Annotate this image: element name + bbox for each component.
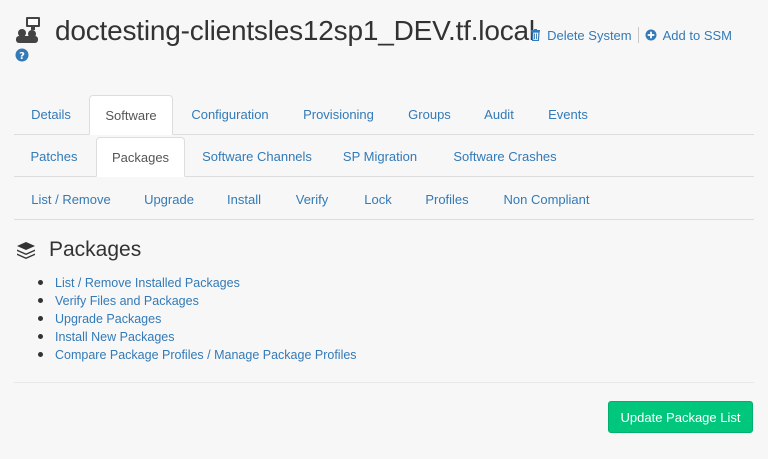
section-divider — [14, 382, 754, 383]
tab-lock[interactable]: Lock — [348, 180, 408, 219]
list-item: Install New Packages — [38, 328, 357, 346]
packages-stack-icon — [17, 242, 35, 259]
trash-icon — [531, 29, 541, 41]
list-item: Upgrade Packages — [38, 310, 357, 328]
list-item: List / Remove Installed Packages — [38, 274, 357, 292]
svg-text:?: ? — [19, 51, 25, 62]
system-tabs: Details Software Configuration Provision… — [14, 95, 754, 135]
verify-files-link[interactable]: Verify Files and Packages — [55, 294, 199, 308]
tab-software-channels[interactable]: Software Channels — [190, 137, 324, 176]
bullet — [38, 334, 43, 339]
install-packages-link[interactable]: Install New Packages — [55, 330, 175, 344]
tab-software[interactable]: Software — [89, 95, 173, 135]
plus-circle-icon — [645, 29, 657, 41]
upgrade-packages-link[interactable]: Upgrade Packages — [55, 312, 161, 326]
bullet — [38, 316, 43, 321]
tab-profiles[interactable]: Profiles — [412, 180, 482, 219]
tab-upgrade[interactable]: Upgrade — [131, 180, 207, 219]
tab-sp-migration[interactable]: SP Migration — [330, 137, 430, 176]
tab-non-compliant[interactable]: Non Compliant — [486, 180, 607, 219]
bullet — [38, 298, 43, 303]
actions-separator — [637, 27, 639, 43]
package-actions-list: List / Remove Installed Packages Verify … — [38, 274, 357, 364]
bullet — [38, 280, 43, 285]
packages-tabs: List / Remove Upgrade Install Verify Loc… — [14, 180, 754, 220]
tab-software-crashes[interactable]: Software Crashes — [438, 137, 572, 176]
list-item: Compare Package Profiles / Manage Packag… — [38, 346, 357, 364]
delete-system-link[interactable]: Delete System — [530, 28, 632, 43]
header-actions: Delete System Add to SSM — [530, 27, 732, 43]
system-header: doctesting-clientsles12sp1_DEV.tf.local … — [14, 14, 754, 66]
help-icon[interactable]: ? — [15, 48, 29, 62]
section-title: Packages — [49, 238, 142, 261]
bullet — [38, 352, 43, 357]
tab-provisioning[interactable]: Provisioning — [289, 95, 388, 134]
system-monitor-icon — [16, 17, 40, 43]
tab-details[interactable]: Details — [15, 95, 87, 134]
tab-events[interactable]: Events — [535, 95, 601, 134]
tab-list-remove[interactable]: List / Remove — [15, 180, 127, 219]
list-item: Verify Files and Packages — [38, 292, 357, 310]
system-title: doctesting-clientsles12sp1_DEV.tf.local — [55, 15, 535, 46]
tab-packages[interactable]: Packages — [96, 137, 185, 177]
tab-configuration[interactable]: Configuration — [178, 95, 282, 134]
list-remove-packages-link[interactable]: List / Remove Installed Packages — [55, 276, 240, 290]
delete-system-label: Delete System — [547, 27, 632, 43]
tab-audit[interactable]: Audit — [470, 95, 528, 134]
add-to-ssm-link[interactable]: Add to SSM — [645, 28, 732, 43]
tab-groups[interactable]: Groups — [396, 95, 463, 134]
compare-profiles-link[interactable]: Compare Package Profiles / Manage Packag… — [55, 348, 357, 362]
add-to-ssm-label: Add to SSM — [662, 27, 732, 43]
tab-install[interactable]: Install — [211, 180, 277, 219]
update-package-list-button[interactable]: Update Package List — [608, 401, 753, 433]
section-heading: Packages — [15, 238, 141, 262]
tab-patches[interactable]: Patches — [15, 137, 93, 176]
software-tabs: Patches Packages Software Channels SP Mi… — [14, 137, 754, 177]
tab-verify[interactable]: Verify — [281, 180, 343, 219]
